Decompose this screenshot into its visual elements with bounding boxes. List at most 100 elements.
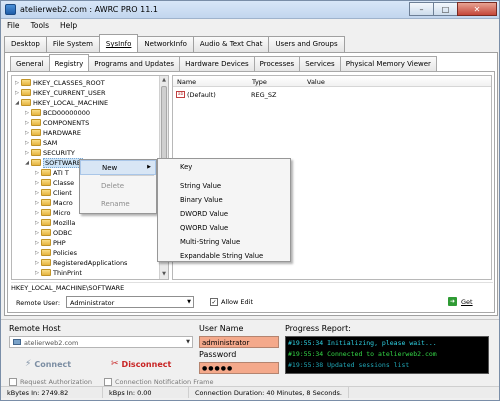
expand-arrow-icon[interactable]: ▷	[34, 270, 40, 276]
expand-arrow-icon[interactable]: ▷	[34, 230, 40, 236]
table-row[interactable]: ab (Default) REG_SZ	[176, 90, 307, 99]
column-value[interactable]: Value	[307, 78, 325, 86]
expand-arrow-icon[interactable]: ▷	[34, 180, 40, 186]
password-field[interactable]: ●●●●●	[199, 362, 279, 374]
log-line: #19:55:38 Updated sessions list	[288, 361, 410, 369]
maximize-button[interactable]: □	[433, 2, 458, 16]
tree-node[interactable]: ▷ BCD00000000	[24, 108, 90, 117]
tab-services[interactable]: Services	[299, 56, 341, 71]
menu-item-binary-value[interactable]: Binary Value	[180, 196, 223, 204]
scroll-up-icon[interactable]: ▲	[160, 76, 168, 85]
username-field[interactable]: administrator	[199, 336, 279, 348]
minimize-button[interactable]: –	[409, 2, 434, 16]
menu-item-expandable-string-value[interactable]: Expandable String Value	[180, 252, 263, 260]
tree-node[interactable]: ▷ Macro	[34, 198, 73, 207]
expand-arrow-icon[interactable]: ▷	[34, 220, 40, 226]
column-name[interactable]: Name	[177, 78, 196, 86]
expand-arrow-icon[interactable]: ▷	[24, 140, 30, 146]
tree-node[interactable]: ▷ ATI T	[34, 168, 69, 177]
expand-arrow-icon[interactable]: ▷	[34, 170, 40, 176]
get-button[interactable]: ➜ Get	[448, 297, 473, 306]
tab-users-and-groups[interactable]: Users and Groups	[268, 36, 345, 52]
column-type[interactable]: Type	[252, 78, 267, 86]
expand-arrow-icon[interactable]: ▷	[24, 110, 30, 116]
progress-console: #19:55:34 Initializing, please wait... #…	[285, 336, 489, 374]
tab-registry[interactable]: Registry	[48, 54, 90, 71]
disconnect-button[interactable]: ✂ Disconnect	[111, 359, 171, 369]
menu-file[interactable]: File	[1, 19, 25, 33]
tree-node[interactable]: ▷ ODBC	[34, 228, 72, 237]
menu-item-qword-value[interactable]: QWORD Value	[180, 224, 228, 232]
tab-programs-and-updates[interactable]: Programs and Updates	[88, 56, 181, 71]
tree-node[interactable]: ▷ COMPONENTS	[24, 118, 89, 127]
kbytes-in-status: kBytes In: 2749.82	[1, 387, 103, 398]
tree-node[interactable]: ▷ SECURITY	[24, 148, 75, 157]
expand-arrow-icon[interactable]: ▷	[24, 130, 30, 136]
collapse-arrow-icon[interactable]: ◢	[24, 160, 30, 166]
allow-edit-checkbox[interactable]: ✓ Allow Edit	[210, 298, 253, 306]
chevron-down-icon[interactable]: ▼	[186, 339, 190, 345]
expand-arrow-icon[interactable]: ▷	[34, 200, 40, 206]
scroll-down-icon[interactable]: ▼	[160, 270, 168, 279]
menu-item-dword-value[interactable]: DWORD Value	[180, 210, 228, 218]
request-authorization-checkbox[interactable]: Request Authorization	[9, 378, 92, 386]
menu-item-multi-string-value[interactable]: Multi-String Value	[180, 238, 240, 246]
remote-host-combobox[interactable]: atelierweb2.com ▼	[9, 336, 193, 348]
checkbox-icon[interactable]	[104, 378, 113, 386]
expand-arrow-icon[interactable]: ▷	[24, 120, 30, 126]
menu-divider	[100, 175, 154, 176]
expand-arrow-icon[interactable]: ▷	[14, 90, 20, 96]
menu-tools[interactable]: Tools	[25, 19, 54, 33]
expand-arrow-icon[interactable]: ▷	[14, 80, 20, 86]
menu-item-key[interactable]: Key	[180, 163, 192, 171]
connect-button[interactable]: ⚡ Connect	[25, 359, 71, 369]
tab-physical-memory-viewer[interactable]: Physical Memory Viewer	[339, 56, 437, 71]
folder-icon	[41, 249, 51, 256]
tab-hardware-devices[interactable]: Hardware Devices	[179, 56, 255, 71]
tree-node[interactable]: ▷ Micro	[34, 208, 70, 217]
tab-desktop[interactable]: Desktop	[4, 36, 47, 52]
menu-item-string-value[interactable]: String Value	[180, 182, 221, 190]
tree-node[interactable]: ▷ Policies	[34, 248, 77, 257]
tree-node[interactable]: ▷ HARDWARE	[24, 128, 81, 137]
connection-notification-checkbox[interactable]: Connection Notification Frame	[104, 378, 213, 386]
folder-icon	[41, 169, 51, 176]
tree-node[interactable]: ▷ Mozilla	[34, 218, 75, 227]
allow-edit-label: Allow Edit	[221, 298, 254, 306]
expand-arrow-icon[interactable]: ▷	[34, 260, 40, 266]
expand-arrow-icon[interactable]: ▷	[34, 210, 40, 216]
tree-node[interactable]: ▷ PHP	[34, 238, 66, 247]
remote-user-select[interactable]: Administrator ▼	[66, 296, 194, 308]
expand-arrow-icon[interactable]: ▷	[34, 250, 40, 256]
expand-arrow-icon[interactable]: ▷	[24, 150, 30, 156]
collapse-arrow-icon[interactable]: ◢	[14, 100, 20, 106]
checkbox-checked-icon[interactable]: ✓	[210, 298, 218, 306]
menu-item-rename[interactable]: Rename	[80, 197, 156, 211]
tree-node[interactable]: ▷ SAM	[24, 138, 57, 147]
tab-file-system[interactable]: File System	[45, 36, 100, 52]
tree-node[interactable]: ▷ RegisteredApplications	[34, 258, 127, 267]
chevron-down-icon[interactable]: ▼	[187, 299, 191, 305]
menu-item-delete[interactable]: Delete	[80, 179, 156, 193]
tree-node[interactable]: ▷ HKEY_CURRENT_USER	[14, 88, 105, 97]
expand-arrow-icon[interactable]: ▷	[34, 240, 40, 246]
tab-processes[interactable]: Processes	[253, 56, 301, 71]
tab-networkinfo[interactable]: NetworkInfo	[137, 36, 194, 52]
menu-item-new[interactable]: New ▶	[80, 160, 156, 175]
close-button[interactable]: ✕	[457, 2, 497, 16]
title-bar: atelierweb2.com : AWRC PRO 11.1 – □ ✕	[1, 1, 499, 19]
tree-node[interactable]: ◢ HKEY_LOCAL_MACHINE	[14, 98, 108, 107]
folder-icon	[41, 209, 51, 216]
expand-arrow-icon[interactable]: ▷	[34, 190, 40, 196]
tab-audio-text-chat[interactable]: Audio & Text Chat	[192, 36, 270, 52]
tree-node[interactable]: ▷ Client	[34, 188, 72, 197]
string-value-icon: ab	[176, 91, 185, 98]
tree-node[interactable]: ▷ HKEY_CLASSES_ROOT	[14, 78, 105, 87]
tree-node[interactable]: ▷ Classe	[34, 178, 74, 187]
checkbox-icon[interactable]	[9, 378, 17, 386]
menu-help[interactable]: Help	[54, 19, 82, 33]
tab-sysinfo[interactable]: SysInfo	[98, 34, 139, 52]
tab-general[interactable]: General	[10, 56, 50, 71]
tree-node[interactable]: ▷ ThinPrint	[34, 268, 82, 277]
tree-node-selected[interactable]: ◢ SOFTWARE	[24, 157, 83, 168]
